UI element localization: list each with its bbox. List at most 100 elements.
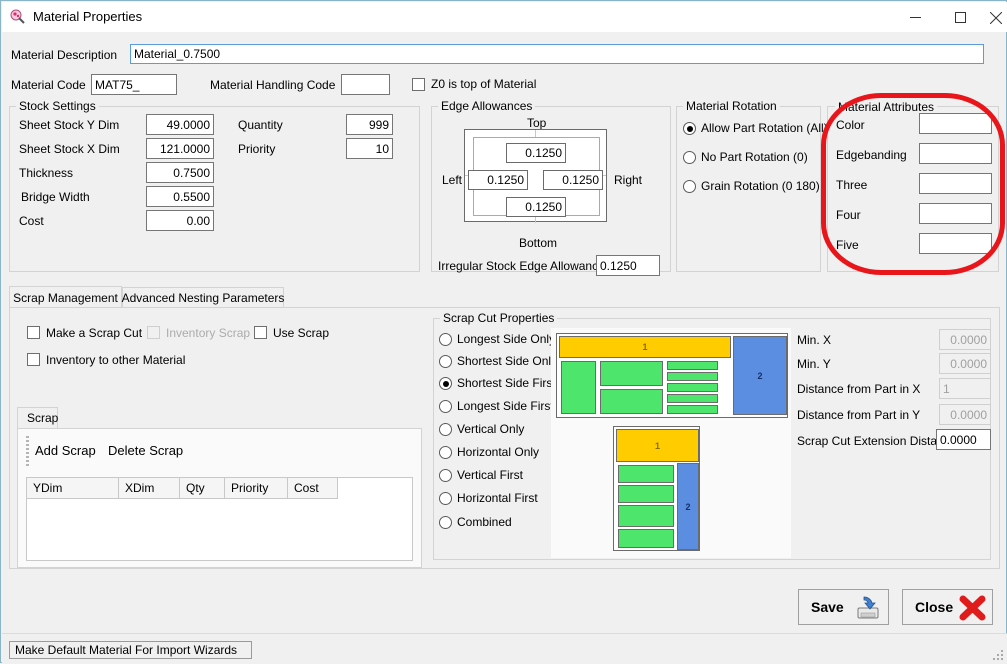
min-x-input xyxy=(939,329,991,350)
scrap-cut-extension-distance-input[interactable] xyxy=(936,429,991,450)
preview-scrap-2-top: 2 xyxy=(733,336,787,415)
attr-five-label: Five xyxy=(836,238,859,252)
edge-top-label: Top xyxy=(527,116,547,130)
distance-from-part-y-label: Distance from Part in Y xyxy=(797,408,921,422)
radio-combined[interactable] xyxy=(439,516,452,529)
distance-from-part-x-label: Distance from Part in X xyxy=(797,382,921,396)
add-scrap-button[interactable]: Add Scrap xyxy=(35,443,96,458)
radio-horizontal-first[interactable] xyxy=(439,492,452,505)
checkbox-make-scrap-cut[interactable] xyxy=(27,326,40,339)
checkbox-inventory-to-other-material[interactable] xyxy=(27,353,40,366)
status-message: Make Default Material For Import Wizards xyxy=(9,641,252,659)
edge-right-label: Right xyxy=(614,173,643,187)
edge-allowance-right-input[interactable] xyxy=(543,170,603,190)
cost-label: Cost xyxy=(19,214,44,228)
grid-header-cost[interactable]: Cost xyxy=(288,478,338,499)
checkbox-inventory-scrap-label: Inventory Scrap xyxy=(166,326,251,340)
radio-vertical-only-label: Vertical Only xyxy=(457,422,525,436)
radio-longest-side-first[interactable] xyxy=(439,400,452,413)
scrap-tab-panel: Add Scrap Delete Scrap YDim XDim Qty Pri… xyxy=(17,428,422,568)
thickness-input[interactable] xyxy=(146,162,214,183)
radio-horizontal-only[interactable] xyxy=(439,446,452,459)
save-disk-icon xyxy=(855,595,881,624)
material-code-input[interactable] xyxy=(91,74,177,95)
attr-three-input[interactable] xyxy=(919,173,992,194)
preview-part xyxy=(600,361,663,386)
edge-allowance-top-input[interactable] xyxy=(506,143,566,163)
stock-settings-title: Stock Settings xyxy=(16,99,99,113)
window-title: Material Properties xyxy=(33,9,143,24)
scrap-grid[interactable]: YDim XDim Qty Priority Cost xyxy=(26,477,413,561)
attr-five-input[interactable] xyxy=(919,233,992,254)
scrap-toolbar: Add Scrap Delete Scrap xyxy=(18,429,421,473)
radio-vertical-first[interactable] xyxy=(439,469,452,482)
preview-part xyxy=(667,372,718,381)
delete-scrap-button[interactable]: Delete Scrap xyxy=(108,443,183,458)
minimize-icon[interactable] xyxy=(893,3,938,32)
radio-vertical-only[interactable] xyxy=(439,423,452,436)
edge-allowance-left-input[interactable] xyxy=(468,170,528,190)
priority-input[interactable] xyxy=(346,138,393,159)
tab-scrap-management[interactable]: Scrap Management xyxy=(9,286,122,308)
min-y-input xyxy=(939,353,991,374)
nesting-preview: 1 2 1 2 xyxy=(551,328,791,558)
radio-shortest-side-first[interactable] xyxy=(439,377,452,390)
bridge-width-input[interactable] xyxy=(146,186,214,207)
attr-color-input[interactable] xyxy=(919,113,992,134)
material-handling-code-input[interactable] xyxy=(341,74,390,95)
radio-vertical-first-label: Vertical First xyxy=(457,468,524,482)
edge-allowance-bottom-input[interactable] xyxy=(506,197,566,217)
maximize-icon[interactable] xyxy=(938,3,983,32)
preview-scrap-1-top-label: 1 xyxy=(642,342,648,352)
preview-scrap-1-top: 1 xyxy=(559,336,731,358)
material-properties-window: Material Properties Material Description… xyxy=(0,0,1007,663)
sheet-stock-y-input[interactable] xyxy=(146,114,214,135)
preview-part xyxy=(618,505,674,527)
attr-edgebanding-input[interactable] xyxy=(919,143,992,164)
tab-scrap-label: Scrap xyxy=(27,411,59,425)
grid-header-qty[interactable]: Qty xyxy=(180,478,225,499)
irregular-stock-edge-allowance-input[interactable] xyxy=(596,255,660,276)
toolbar-grip-handle[interactable] xyxy=(26,436,29,466)
checkbox-inventory-scrap xyxy=(147,326,160,339)
tab-advanced-nesting-parameters-label: Advanced Nesting Parameters xyxy=(121,291,285,305)
attr-three-label: Three xyxy=(836,178,868,192)
grid-header-priority[interactable]: Priority xyxy=(225,478,288,499)
material-code-label: Material Code xyxy=(11,78,86,92)
attr-edgebanding-label: Edgebanding xyxy=(836,148,907,162)
preview-part xyxy=(561,361,596,414)
resize-grip-icon[interactable] xyxy=(992,649,1004,661)
grid-header-ydim[interactable]: YDim xyxy=(27,478,119,499)
z0-top-checkbox[interactable] xyxy=(412,78,425,91)
checkbox-inventory-to-other-material-label: Inventory to other Material xyxy=(46,353,186,367)
status-bar: Make Default Material For Import Wizards xyxy=(2,633,1007,663)
attr-four-input[interactable] xyxy=(919,203,992,224)
edge-allowances-title: Edge Allowances xyxy=(438,99,536,113)
preview-part xyxy=(667,394,718,403)
radio-no-part-rotation[interactable] xyxy=(683,151,696,164)
tab-scrap[interactable]: Scrap xyxy=(17,407,58,428)
quantity-label: Quantity xyxy=(238,118,283,132)
radio-horizontal-first-label: Horizontal First xyxy=(457,491,538,505)
save-button[interactable]: Save xyxy=(798,589,889,625)
material-handling-code-label: Material Handling Code xyxy=(210,78,336,92)
radio-allow-part-rotation[interactable] xyxy=(683,122,696,135)
cost-input[interactable] xyxy=(146,210,214,231)
radio-horizontal-only-label: Horizontal Only xyxy=(457,445,540,459)
distance-from-part-y-input xyxy=(939,404,991,425)
title-bar: Material Properties xyxy=(2,2,1007,32)
quantity-input[interactable] xyxy=(346,114,393,135)
grid-header-xdim[interactable]: XDim xyxy=(119,478,180,499)
radio-grain-rotation[interactable] xyxy=(683,180,696,193)
close-button[interactable]: Close xyxy=(902,589,993,625)
close-icon[interactable] xyxy=(983,3,1007,32)
checkbox-use-scrap[interactable] xyxy=(254,326,267,339)
radio-longest-side-only[interactable] xyxy=(439,333,452,346)
preview-part xyxy=(667,383,718,392)
tab-advanced-nesting-parameters[interactable]: Advanced Nesting Parameters xyxy=(122,287,284,308)
material-description-input[interactable] xyxy=(130,44,984,64)
sheet-stock-x-input[interactable] xyxy=(146,138,214,159)
material-rotation-title: Material Rotation xyxy=(683,99,780,113)
radio-shortest-side-only[interactable] xyxy=(439,355,452,368)
preview-scrap-2-bottom: 2 xyxy=(677,463,699,550)
